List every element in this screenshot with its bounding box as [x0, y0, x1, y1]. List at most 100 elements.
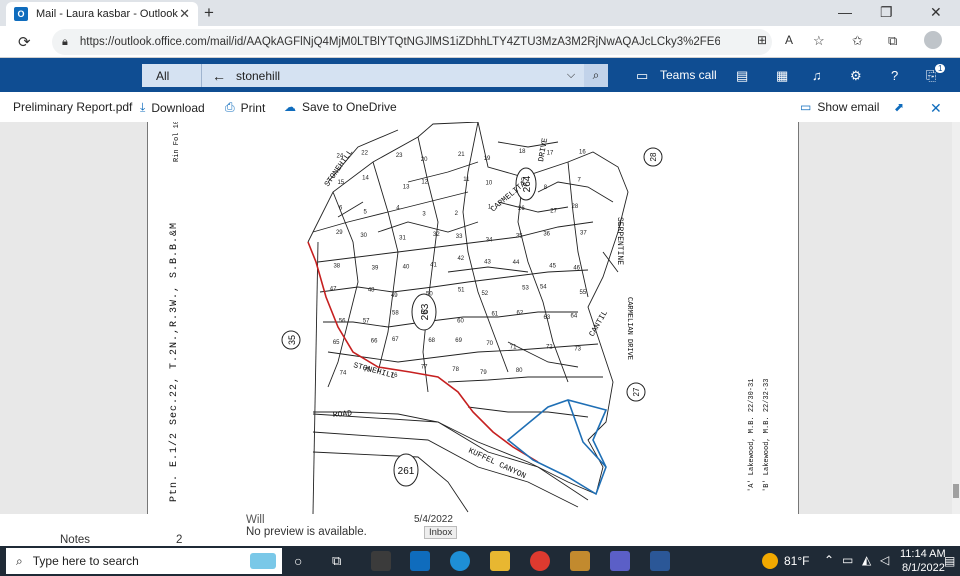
task-view-icon[interactable]: ⧉: [332, 553, 341, 569]
cloud-icon: ☁: [284, 100, 296, 114]
lot-number: 58: [392, 310, 399, 316]
lot-number: 44: [513, 260, 520, 266]
window-close-icon[interactable]: ✕: [930, 4, 942, 21]
lock-icon: 🔒︎: [62, 35, 68, 48]
lot-number: 11: [463, 177, 470, 183]
word-icon[interactable]: ▤: [736, 68, 748, 84]
back-arrow-icon[interactable]: ←: [212, 68, 226, 84]
lot-number: 75: [363, 368, 370, 374]
map-note-b: 'B' Lakewood, M.B. 22/32-33: [763, 379, 771, 492]
show-email-label: Show email: [817, 100, 880, 114]
lot-number: 69: [455, 338, 462, 344]
address-bar[interactable]: 🔒︎ https://outlook.office.com/mail/id/AA…: [52, 29, 772, 55]
teams-icon[interactable]: [610, 551, 630, 571]
mail-preview[interactable]: No preview is available.: [246, 526, 367, 538]
gear-icon[interactable]: ⚙: [850, 68, 862, 84]
browser-tab[interactable]: O Mail - Laura kasbar - Outlook ✕: [6, 2, 198, 26]
profile-avatar[interactable]: [924, 31, 942, 49]
mail-icon: ▭: [800, 100, 812, 114]
tray-chevron-icon[interactable]: ⌃: [824, 553, 834, 567]
file-explorer-icon[interactable]: [490, 551, 510, 571]
lot-number: 59: [421, 310, 428, 316]
weather-icon[interactable]: [762, 553, 778, 569]
lot-number: 37: [580, 230, 587, 236]
calendar-icon[interactable]: ▦: [776, 68, 788, 84]
network-icon[interactable]: ◭: [862, 553, 871, 567]
lot-number: 36: [543, 231, 550, 237]
parcel-map: 263 264 261 35 28 27 Ptn. E.1/2 Sec.22, …: [168, 122, 771, 514]
tab-close-icon[interactable]: ✕: [179, 6, 190, 22]
notifications-icon[interactable]: ▤: [944, 554, 955, 568]
vertical-scrollbar[interactable]: [952, 122, 960, 514]
favorites-icon[interactable]: ✩: [852, 33, 863, 49]
lot-number: 48: [368, 287, 375, 293]
lot-number: 51: [458, 288, 465, 294]
close-viewer-icon[interactable]: ✕: [930, 100, 942, 117]
save-to-onedrive-button[interactable]: ☁ Save to OneDrive: [284, 100, 397, 114]
store-icon[interactable]: [371, 551, 391, 571]
volume-icon[interactable]: ◁: [880, 553, 889, 567]
lot-number: 56: [339, 319, 346, 325]
search-icon: ⌕: [16, 553, 23, 568]
lot-number: 38: [333, 264, 340, 270]
lot-number: 7: [578, 177, 582, 183]
lot-number: 18: [519, 149, 526, 155]
lot-number: 16: [579, 150, 586, 156]
search-icon[interactable]: ⌕: [584, 64, 608, 87]
favorite-star-icon[interactable]: ☆: [813, 33, 825, 49]
print-label: Print: [240, 100, 266, 115]
temperature: 81°F: [784, 554, 810, 568]
search-input[interactable]: stonehill: [236, 69, 558, 83]
folder-notes-count: 2: [176, 534, 183, 546]
ref-35-label: 35: [287, 335, 297, 345]
lot-number: 71: [510, 345, 517, 351]
lot-number: 47: [330, 287, 337, 293]
maximize-icon[interactable]: ❐: [880, 4, 893, 21]
video-icon: ▭: [636, 68, 649, 83]
battery-icon[interactable]: ▭: [842, 553, 853, 567]
app-available-icon[interactable]: ⊞: [757, 33, 767, 47]
help-icon[interactable]: ?: [891, 68, 898, 83]
bell-icon[interactable]: ♫: [812, 68, 822, 83]
taskbar-search[interactable]: ⌕ Type here to search: [6, 548, 282, 574]
download-label: Download: [151, 100, 205, 115]
chrome-icon[interactable]: [530, 551, 550, 571]
read-aloud-icon[interactable]: A: [785, 33, 793, 47]
lot-number: 2: [455, 211, 459, 217]
show-email-button[interactable]: ▭ Show email: [800, 100, 879, 114]
minimize-icon[interactable]: —: [838, 4, 852, 20]
new-tab-button[interactable]: +: [204, 3, 214, 23]
pop-out-icon[interactable]: ⬈: [894, 100, 910, 114]
url-text: https://outlook.office.com/mail/id/AAQkA…: [79, 36, 720, 48]
lot-number: 21: [458, 152, 465, 158]
scrollbar-thumb[interactable]: [953, 484, 959, 498]
save-label: Save to OneDrive: [302, 100, 397, 114]
lot-number: 26: [518, 206, 525, 212]
search-box[interactable]: All ← stonehill ⌵ ⌕: [142, 64, 608, 87]
folder-notes[interactable]: Notes: [60, 534, 90, 546]
street-carmelian-label: CARMELIAN DRIVE: [625, 297, 633, 360]
mail-app-icon[interactable]: [410, 551, 430, 571]
refresh-icon[interactable]: ⟳: [18, 33, 31, 51]
lot-number: 23: [396, 153, 403, 159]
download-button[interactable]: ⤓ Download: [140, 100, 205, 115]
lot-number: 74: [340, 370, 347, 376]
edge-icon[interactable]: [450, 551, 470, 571]
word-app-icon[interactable]: [650, 551, 670, 571]
lot-number: 34: [486, 237, 493, 243]
cortana-icon[interactable]: ○: [294, 553, 302, 569]
clock-date: 8/1/2022: [902, 562, 945, 574]
print-button[interactable]: ⎙ Print: [225, 100, 265, 115]
teams-call-button[interactable]: Teams call: [660, 68, 717, 82]
lot-number: 5: [364, 210, 368, 216]
search-scope-dropdown[interactable]: All: [142, 64, 202, 87]
chevron-down-icon[interactable]: ⌵: [558, 69, 584, 82]
lot-number: 17: [547, 150, 554, 156]
ref-28-label: 28: [649, 152, 658, 161]
app-icon[interactable]: [570, 551, 590, 571]
attachment-toolbar: Preliminary Report.pdf ⤓ Download ⎙ Prin…: [0, 92, 960, 122]
lot-number: 4: [396, 206, 400, 212]
tab-title: Mail - Laura kasbar - Outlook: [36, 8, 178, 20]
collections-icon[interactable]: ⧉: [888, 33, 897, 49]
pdf-page: 263 264 261 35 28 27 Ptn. E.1/2 Sec.22, …: [147, 122, 799, 514]
